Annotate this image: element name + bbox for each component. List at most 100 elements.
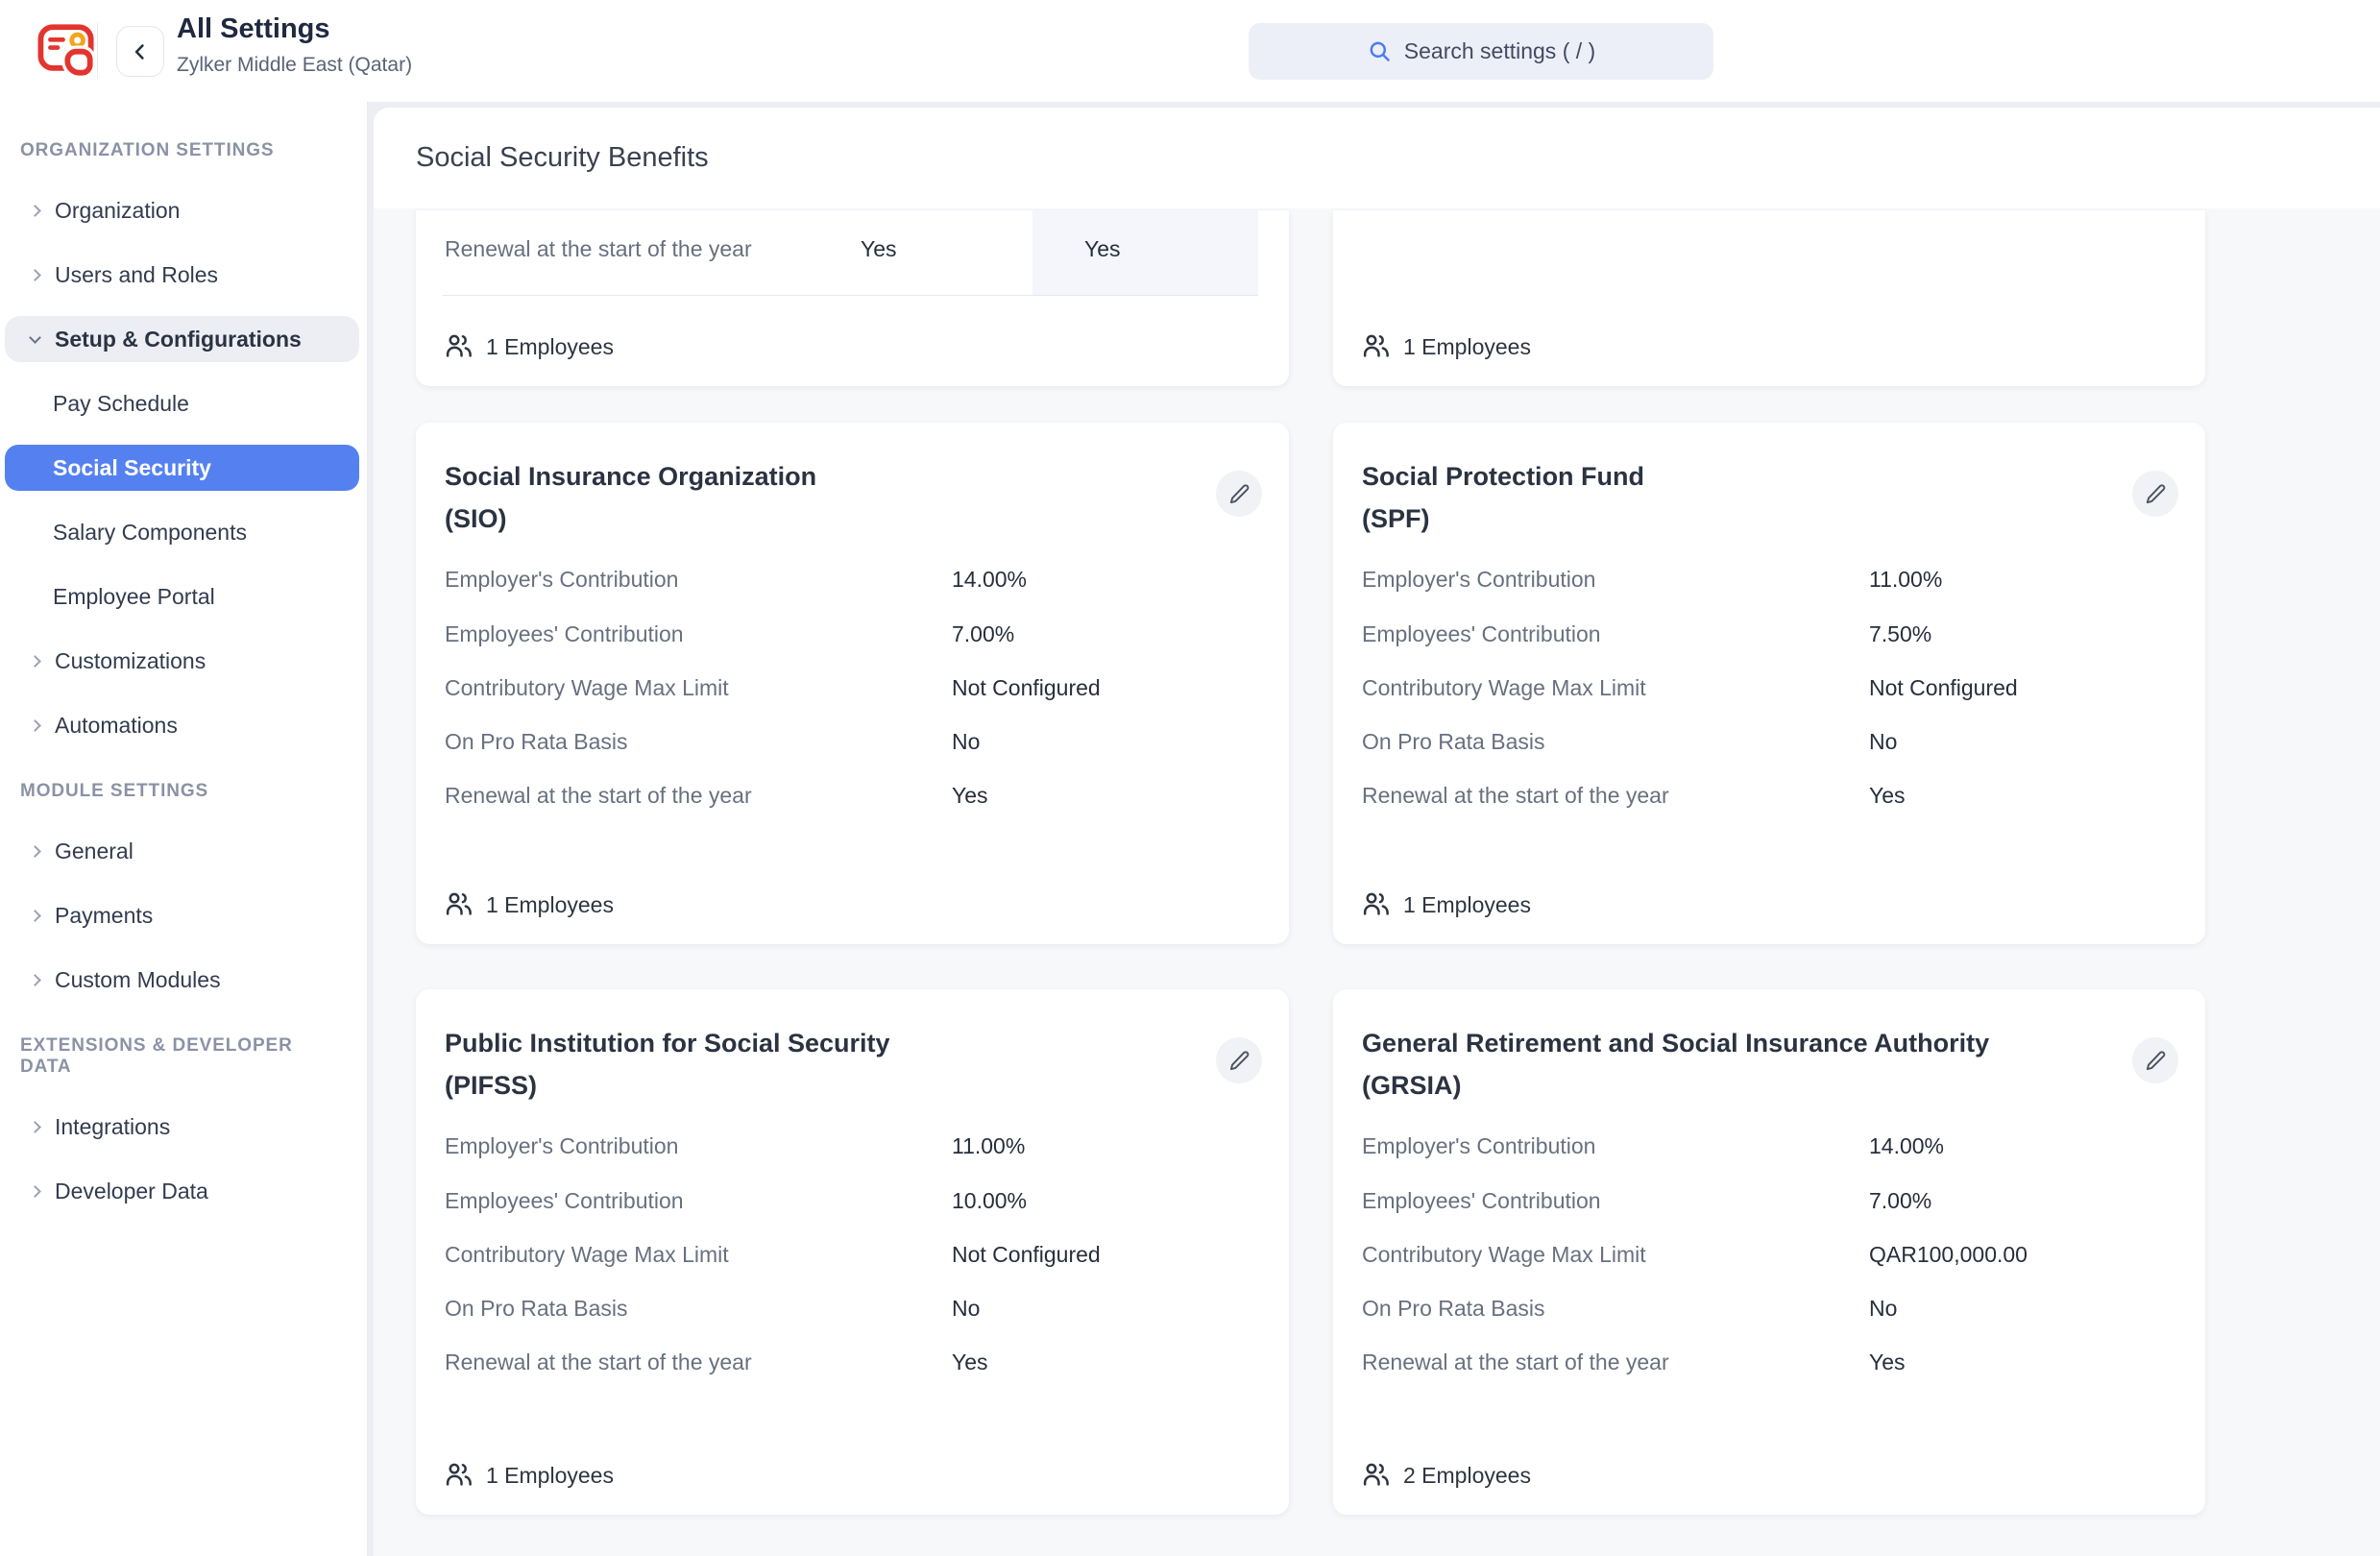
chevron-right-icon <box>29 845 41 858</box>
employees-link[interactable]: 1 Employees <box>1362 332 1531 361</box>
benefit-card-title: Social Insurance Organization (SIO) <box>445 455 1183 540</box>
benefit-abbr: (PIFSS) <box>445 1064 1183 1106</box>
employees-count: 2 Employees <box>1403 1463 1531 1489</box>
employees-icon <box>1362 332 1391 361</box>
sidebar-section-module-settings: MODULE SETTINGS <box>20 781 347 802</box>
sidebar-item-employee-portal[interactable]: Employee Portal <box>5 573 359 620</box>
sidebar-item-label: Developer Data <box>55 1179 208 1204</box>
row-label: Renewal at the start of the year <box>445 236 752 262</box>
chevron-right-icon <box>29 655 41 668</box>
sidebar-item-integrations[interactable]: Integrations <box>5 1104 359 1150</box>
sidebar-item-payments[interactable]: Payments <box>5 892 359 938</box>
sidebar-item-label: Social Security <box>53 455 211 481</box>
search-settings-input[interactable]: Search settings ( / ) <box>1249 23 1713 80</box>
sidebar-item-setup-and-configurations[interactable]: Setup & Configurations <box>5 316 359 362</box>
row-value: Yes <box>1869 1349 1906 1375</box>
row-value: Not Configured <box>1869 675 2018 701</box>
sidebar-item-automations[interactable]: Automations <box>5 702 359 748</box>
sidebar-item-salary-components[interactable]: Salary Components <box>5 509 359 555</box>
sidebar-item-label: Customizations <box>55 648 206 674</box>
chevron-right-icon <box>29 205 41 217</box>
row-value: 7.00% <box>952 621 1014 647</box>
pencil-icon <box>2145 1050 2167 1072</box>
sidebar-item-general[interactable]: General <box>5 828 359 874</box>
row-value: 10.00% <box>952 1188 1027 1214</box>
employees-icon <box>445 332 474 361</box>
row-value: 11.00% <box>952 1133 1025 1159</box>
sidebar-item-social-security[interactable]: Social Security <box>5 445 359 491</box>
employees-count: 1 Employees <box>1403 334 1531 360</box>
top-header: All Settings Zylker Middle East (Qatar) … <box>0 0 2380 102</box>
row-value: No <box>1869 729 1897 755</box>
row-label: Contributory Wage Max Limit <box>445 675 729 701</box>
benefit-name: Public Institution for Social Security <box>445 1029 890 1058</box>
edit-button[interactable] <box>2132 471 2178 517</box>
pencil-icon <box>1228 483 1251 505</box>
benefit-abbr: (SPF) <box>1362 498 2100 540</box>
employees-icon <box>445 1461 474 1490</box>
employees-count: 1 Employees <box>486 1463 614 1489</box>
benefit-row: Employees' Contribution7.00% <box>1333 1188 2205 1217</box>
edit-button[interactable] <box>1216 471 1262 517</box>
benefit-name: Social Insurance Organization <box>445 462 816 491</box>
payroll-app-logo[interactable] <box>36 19 100 83</box>
row-label: Employer's Contribution <box>445 1133 678 1159</box>
sidebar-item-label: Salary Components <box>53 520 247 546</box>
row-label: On Pro Rata Basis <box>445 1296 627 1322</box>
benefit-row: Renewal at the start of the yearYes <box>1333 783 2205 812</box>
benefit-card-partial-right: 1 Employees <box>1333 210 2205 386</box>
row-label: Renewal at the start of the year <box>445 783 752 809</box>
sidebar-item-users-and-roles[interactable]: Users and Roles <box>5 252 359 298</box>
benefit-row: Renewal at the start of the yearYes <box>416 1349 1289 1378</box>
row-label: On Pro Rata Basis <box>1362 1296 1544 1322</box>
chevron-left-icon <box>128 39 153 64</box>
chevron-down-icon <box>29 331 41 344</box>
page-header-title: All Settings <box>177 13 330 45</box>
chevron-right-icon <box>29 974 41 986</box>
benefit-card-sio: Social Insurance Organization (SIO) Empl… <box>416 423 1289 944</box>
payroll-logo-icon <box>36 19 100 83</box>
row-value: Yes <box>861 236 897 262</box>
sidebar-item-developer-data[interactable]: Developer Data <box>5 1168 359 1214</box>
row-value: Yes <box>1869 783 1906 809</box>
benefit-card-title: Social Protection Fund (SPF) <box>1362 455 2100 540</box>
social-security-content: Renewal at the start of the year Yes Yes… <box>374 208 2380 1556</box>
benefit-abbr: (SIO) <box>445 498 1183 540</box>
row-label: Contributory Wage Max Limit <box>1362 1242 1646 1268</box>
sidebar-item-customizations[interactable]: Customizations <box>5 638 359 684</box>
employees-link[interactable]: 1 Employees <box>1362 890 1531 919</box>
sidebar-item-label: Integrations <box>55 1114 170 1140</box>
chevron-right-icon <box>29 1121 41 1133</box>
chevron-right-icon <box>29 719 41 732</box>
benefit-card-grsia: General Retirement and Social Insurance … <box>1333 989 2205 1515</box>
row-value: Not Configured <box>952 1242 1101 1268</box>
employees-link[interactable]: 1 Employees <box>445 1461 614 1490</box>
benefit-row: Employer's Contribution11.00% <box>1333 567 2205 596</box>
employees-link[interactable]: 1 Employees <box>445 890 614 919</box>
organization-name: Zylker Middle East (Qatar) <box>177 54 412 77</box>
employees-link[interactable]: 1 Employees <box>445 332 614 361</box>
employees-link[interactable]: 2 Employees <box>1362 1461 1531 1490</box>
sidebar-item-label: Payments <box>55 903 153 929</box>
row-value: 7.00% <box>1869 1188 1931 1214</box>
sidebar-item-pay-schedule[interactable]: Pay Schedule <box>5 380 359 426</box>
row-label: On Pro Rata Basis <box>445 729 627 755</box>
row-value: No <box>952 1296 980 1322</box>
row-label: Contributory Wage Max Limit <box>1362 675 1646 701</box>
row-label: Employer's Contribution <box>445 567 678 593</box>
row-value: 11.00% <box>1869 567 1942 593</box>
edit-button[interactable] <box>1216 1037 1262 1083</box>
chevron-right-icon <box>29 269 41 281</box>
row-value: Yes <box>952 783 988 809</box>
back-button[interactable] <box>116 26 164 77</box>
employees-icon <box>1362 890 1391 919</box>
row-label: Employer's Contribution <box>1362 1133 1595 1159</box>
edit-button[interactable] <box>2132 1037 2178 1083</box>
benefit-name: General Retirement and Social Insurance … <box>1362 1029 1989 1058</box>
sidebar-item-organization[interactable]: Organization <box>5 187 359 233</box>
sidebar-item-custom-modules[interactable]: Custom Modules <box>5 957 359 1003</box>
row-label: Contributory Wage Max Limit <box>445 1242 729 1268</box>
benefit-row: On Pro Rata BasisNo <box>1333 729 2205 758</box>
search-icon <box>1367 38 1393 64</box>
employees-count: 1 Employees <box>486 334 614 360</box>
